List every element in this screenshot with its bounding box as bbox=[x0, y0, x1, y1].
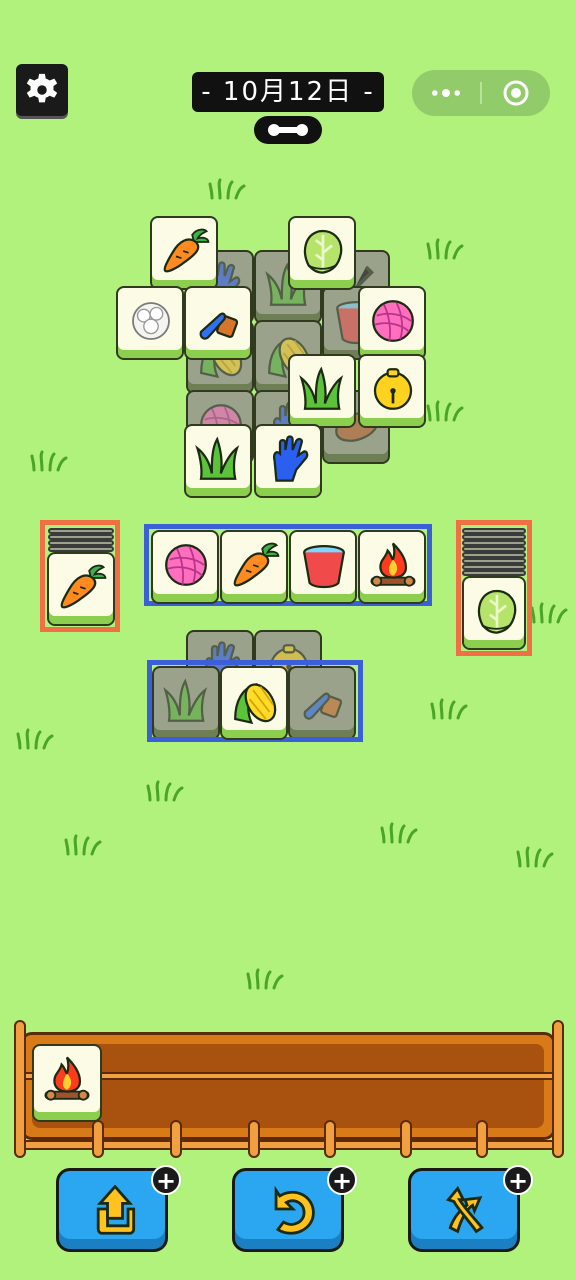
fence-post bbox=[14, 1020, 26, 1158]
paintbrush-icon bbox=[192, 294, 246, 348]
add-badge[interactable]: + bbox=[151, 1165, 181, 1195]
napa-cabbage-icon bbox=[296, 224, 350, 278]
middle-row-tile[interactable] bbox=[358, 530, 426, 604]
board-tile[interactable] bbox=[150, 216, 218, 290]
fence-post bbox=[552, 1020, 564, 1158]
yarn-ball-icon bbox=[159, 538, 213, 592]
board-tile[interactable] bbox=[254, 424, 322, 498]
fence-post bbox=[92, 1120, 104, 1158]
tray-tile bbox=[32, 1044, 102, 1122]
fence-post bbox=[170, 1120, 182, 1158]
fence-post bbox=[400, 1120, 412, 1158]
board-tile[interactable] bbox=[184, 286, 252, 360]
board-tile[interactable] bbox=[116, 286, 184, 360]
middle-row-tile[interactable] bbox=[151, 530, 219, 604]
board-tile[interactable] bbox=[358, 354, 426, 428]
grass-decoration bbox=[16, 728, 56, 750]
board-tile[interactable] bbox=[184, 424, 252, 498]
settings-button[interactable] bbox=[16, 64, 68, 116]
tray-slot-area bbox=[32, 1044, 544, 1128]
middle-row-tile[interactable] bbox=[289, 530, 357, 604]
grass-decoration bbox=[64, 834, 104, 856]
link-connector bbox=[254, 116, 322, 144]
miniprogram-capsule bbox=[412, 70, 550, 116]
grass-decoration bbox=[208, 178, 248, 200]
grass-decoration bbox=[530, 602, 570, 624]
left-stack-top-tile[interactable] bbox=[47, 552, 115, 626]
grass-icon bbox=[296, 362, 350, 416]
add-badge[interactable]: + bbox=[327, 1165, 357, 1195]
shuffle-button[interactable]: + bbox=[408, 1165, 533, 1252]
grass-decoration bbox=[516, 846, 556, 868]
grass-decoration bbox=[430, 698, 470, 720]
link-connector-icon bbox=[268, 124, 308, 136]
target-circle-icon bbox=[503, 80, 529, 106]
undo-button[interactable]: + bbox=[232, 1165, 357, 1252]
glove-icon bbox=[262, 432, 316, 486]
board-tile[interactable] bbox=[288, 216, 356, 290]
grass-decoration bbox=[380, 822, 420, 844]
gear-icon bbox=[26, 73, 58, 103]
carrot-icon bbox=[158, 224, 212, 278]
more-button[interactable] bbox=[412, 70, 480, 116]
shuffle-arrows-icon bbox=[445, 1185, 484, 1234]
campfire-icon bbox=[40, 1052, 94, 1106]
board-tile[interactable] bbox=[288, 354, 356, 428]
box-arrow-up-icon bbox=[96, 1184, 136, 1235]
grass-decoration bbox=[426, 400, 466, 422]
grass-decoration bbox=[146, 780, 186, 802]
close-button[interactable] bbox=[482, 70, 550, 116]
fence-post bbox=[476, 1120, 488, 1158]
carrot-icon bbox=[228, 538, 282, 592]
date-banner: - 10月12日 - bbox=[192, 72, 384, 112]
cotton-icon bbox=[124, 294, 178, 348]
more-dots-icon bbox=[432, 89, 460, 97]
undo-arrow-icon bbox=[274, 1185, 315, 1235]
move-out-button[interactable]: + bbox=[56, 1165, 181, 1252]
carrot-icon bbox=[55, 560, 109, 614]
grass-decoration bbox=[426, 238, 466, 260]
add-badge[interactable]: + bbox=[503, 1165, 533, 1195]
date-label: - 10月12日 - bbox=[201, 77, 375, 107]
bucket-icon bbox=[297, 538, 351, 592]
campfire-icon bbox=[366, 538, 420, 592]
fence-post bbox=[248, 1120, 260, 1158]
bottom-group-top-tile[interactable] bbox=[220, 666, 288, 740]
grass-icon bbox=[192, 432, 246, 486]
right-stack-top-tile[interactable] bbox=[462, 576, 526, 650]
middle-row-tile[interactable] bbox=[220, 530, 288, 604]
corn-icon bbox=[228, 674, 282, 728]
board-tile[interactable] bbox=[358, 286, 426, 360]
fence-post bbox=[324, 1120, 336, 1158]
grass-decoration bbox=[246, 968, 286, 990]
bell-icon bbox=[366, 362, 420, 416]
yarn-ball-icon bbox=[366, 294, 420, 348]
grass-decoration bbox=[30, 450, 70, 472]
napa-cabbage-icon bbox=[470, 584, 524, 638]
